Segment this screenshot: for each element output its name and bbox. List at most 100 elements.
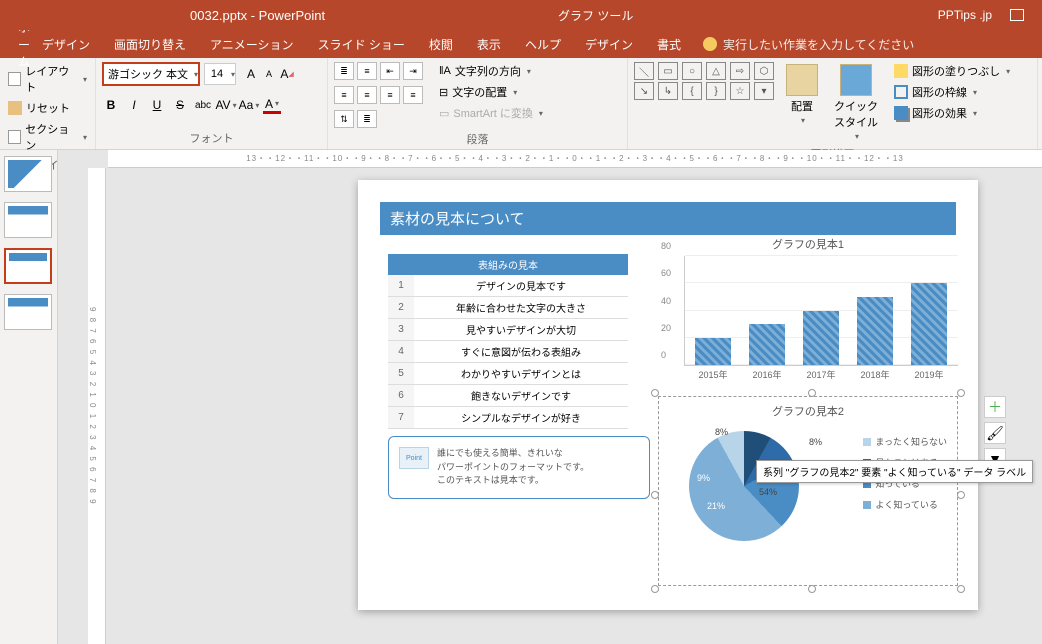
shape-line2-icon[interactable]: ↘ [634, 82, 654, 100]
text-direction-button[interactable]: ‖A文字列の方向▾ [437, 62, 545, 80]
layout-button[interactable]: レイアウト▾ [6, 62, 89, 96]
chart-styles-button[interactable]: 🖌 [984, 422, 1006, 444]
section-button[interactable]: セクション▾ [6, 120, 89, 154]
table-row-text: デザインの見本です [414, 275, 628, 297]
italic-button[interactable]: I [125, 96, 143, 114]
point-badge: Point [399, 447, 429, 469]
change-case-button[interactable]: Aa▾ [240, 96, 258, 114]
pie-chart-title: グラフの見本2 [659, 403, 957, 419]
shape-circle-icon[interactable]: ○ [682, 62, 702, 80]
table-row-num: 1 [388, 275, 414, 297]
slide[interactable]: 素材の見本について 表組みの見本 1デザインの見本です2年齢に合わせた文字の大き… [358, 180, 978, 610]
increase-font-icon[interactable]: A [242, 65, 260, 83]
thumbnail-1[interactable] [4, 156, 52, 192]
tab-slideshow[interactable]: スライド ショー [306, 30, 417, 58]
align-text-button[interactable]: ⊟文字の配置▾ [437, 83, 545, 101]
shape-triangle-icon[interactable]: △ [706, 62, 726, 80]
shape-connector-icon[interactable]: ↳ [658, 82, 678, 100]
tab-review[interactable]: 校閲 [417, 30, 465, 58]
convert-smartart-button[interactable]: ▭SmartArt に変換▾ [437, 104, 545, 122]
pie-label-8a[interactable]: 8% [715, 427, 728, 437]
tab-help[interactable]: ヘルプ [513, 30, 573, 58]
shape-arrow-icon[interactable]: ⇨ [730, 62, 750, 80]
slide-canvas[interactable]: 13・・12・・11・・10・・9・・8・・7・・6・・5・・4・・3・・2・・… [58, 150, 1042, 644]
shape-star-icon[interactable]: ☆ [730, 82, 750, 100]
shape-fill-button[interactable]: 図形の塗りつぶし▾ [892, 62, 1012, 80]
shadow-button[interactable]: abc [194, 96, 212, 114]
datalabel-tooltip: 系列 "グラフの見本2" 要素 "よく知っている" データ ラベル [756, 460, 1033, 483]
shape-rect-icon[interactable]: ▭ [658, 62, 678, 80]
note-text: 誰にでも使える簡単、きれいな パワーポイントのフォーマットです。 このテキストは… [437, 447, 589, 488]
font-name-combo[interactable]: ▾ [102, 62, 200, 86]
table-header: 表組みの見本 [388, 254, 628, 275]
decrease-indent-button[interactable]: ⇤ [380, 62, 400, 80]
quick-styles-icon [840, 64, 872, 96]
legend-item: よく知っている [875, 498, 938, 511]
quick-styles-button[interactable]: クイック スタイル▾ [828, 62, 884, 143]
bullets-button[interactable]: ≣ [334, 62, 354, 80]
tab-design[interactable]: デザイン [30, 30, 102, 58]
horizontal-ruler: 13・・12・・11・・10・・9・・8・・7・・6・・5・・4・・3・・2・・… [108, 150, 1042, 168]
effects-icon [894, 106, 908, 120]
pie-label-8b[interactable]: 8% [809, 437, 822, 447]
shape-effects-button[interactable]: 図形の効果▾ [892, 104, 1012, 122]
bar-2016年[interactable] [749, 324, 785, 365]
thumbnail-3[interactable] [4, 248, 52, 284]
shape-hex-icon[interactable]: ⬡ [754, 62, 774, 80]
font-color-button[interactable]: A▾ [263, 96, 281, 114]
numbering-button[interactable]: ≡ [357, 62, 377, 80]
pie-chart-selected[interactable]: グラフの見本2 8% 9% 21% 54% 8% まったく知らない見たことはある… [658, 396, 958, 586]
ribbon-display-icon[interactable] [1010, 9, 1024, 21]
chart-elements-button[interactable]: ＋ [984, 396, 1006, 418]
align-left-button[interactable]: ≡ [334, 86, 354, 104]
bold-button[interactable]: B [102, 96, 120, 114]
tab-animations[interactable]: アニメーション [198, 30, 306, 58]
tab-format[interactable]: 書式 [645, 30, 693, 58]
tab-chart-design[interactable]: デザイン [573, 30, 645, 58]
thumbnail-2[interactable] [4, 202, 52, 238]
shape-outline-button[interactable]: 図形の枠線▾ [892, 83, 1012, 101]
pie-label-54[interactable]: 54% [759, 487, 777, 497]
table-row-num: 7 [388, 407, 414, 429]
shape-more-icon[interactable]: ▾ [754, 82, 774, 100]
pie-label-21[interactable]: 21% [707, 501, 725, 511]
shapes-gallery[interactable]: ＼ ▭ ○ △ ⇨ ⬡ ↘ ↳ { } ☆ ▾ [634, 62, 776, 100]
note-box[interactable]: Point 誰にでも使える簡単、きれいな パワーポイントのフォーマットです。 こ… [388, 436, 650, 499]
clear-format-icon[interactable]: A◢ [278, 65, 296, 83]
underline-button[interactable]: U [148, 96, 166, 114]
columns-button[interactable]: ≣ [357, 110, 377, 128]
bar-2015年[interactable] [695, 338, 731, 365]
shape-line-icon[interactable]: ＼ [634, 62, 654, 80]
font-size-input[interactable] [205, 68, 229, 80]
align-center-button[interactable]: ≡ [357, 86, 377, 104]
reset-button[interactable]: リセット [6, 99, 89, 117]
tab-home[interactable]: ホーム [6, 30, 30, 58]
align-right-button[interactable]: ≡ [380, 86, 400, 104]
char-spacing-button[interactable]: AV▾ [217, 96, 235, 114]
tab-view[interactable]: 表示 [465, 30, 513, 58]
arrange-button[interactable]: 配置▾ [780, 62, 824, 127]
group-paragraph-label: 段落 [334, 128, 621, 150]
font-size-combo[interactable]: ▾ [204, 63, 236, 85]
pie-chart-plot[interactable] [689, 431, 799, 541]
ribbon: レイアウト▾ リセット セクション▾ スライド ▾ ▾ A A A◢ B I U… [0, 58, 1042, 150]
table-row-text: 年齢に合わせた文字の大きさ [414, 297, 628, 319]
bar-2017年[interactable] [803, 311, 839, 366]
thumbnail-4[interactable] [4, 294, 52, 330]
sample-table[interactable]: 表組みの見本 1デザインの見本です2年齢に合わせた文字の大きさ3見やすいデザイン… [388, 254, 628, 429]
bar-chart[interactable]: グラフの見本1 0204060802015年2016年2017年2018年201… [658, 236, 958, 386]
font-name-input[interactable] [104, 68, 192, 80]
tell-me-search[interactable]: 実行したい作業を入力してください [703, 36, 914, 53]
shape-lbrace-icon[interactable]: { [682, 82, 702, 100]
strike-button[interactable]: S [171, 96, 189, 114]
line-spacing-button[interactable]: ⇅ [334, 110, 354, 128]
pie-label-9[interactable]: 9% [697, 473, 710, 483]
increase-indent-button[interactable]: ⇥ [403, 62, 423, 80]
bar-2018年[interactable] [857, 297, 893, 365]
tab-transitions[interactable]: 画面切り替え [102, 30, 198, 58]
bar-2019年[interactable] [911, 283, 947, 365]
decrease-font-icon[interactable]: A [260, 65, 278, 83]
shape-rbrace-icon[interactable]: } [706, 82, 726, 100]
justify-button[interactable]: ≡ [403, 86, 423, 104]
slide-title[interactable]: 素材の見本について [380, 202, 956, 235]
